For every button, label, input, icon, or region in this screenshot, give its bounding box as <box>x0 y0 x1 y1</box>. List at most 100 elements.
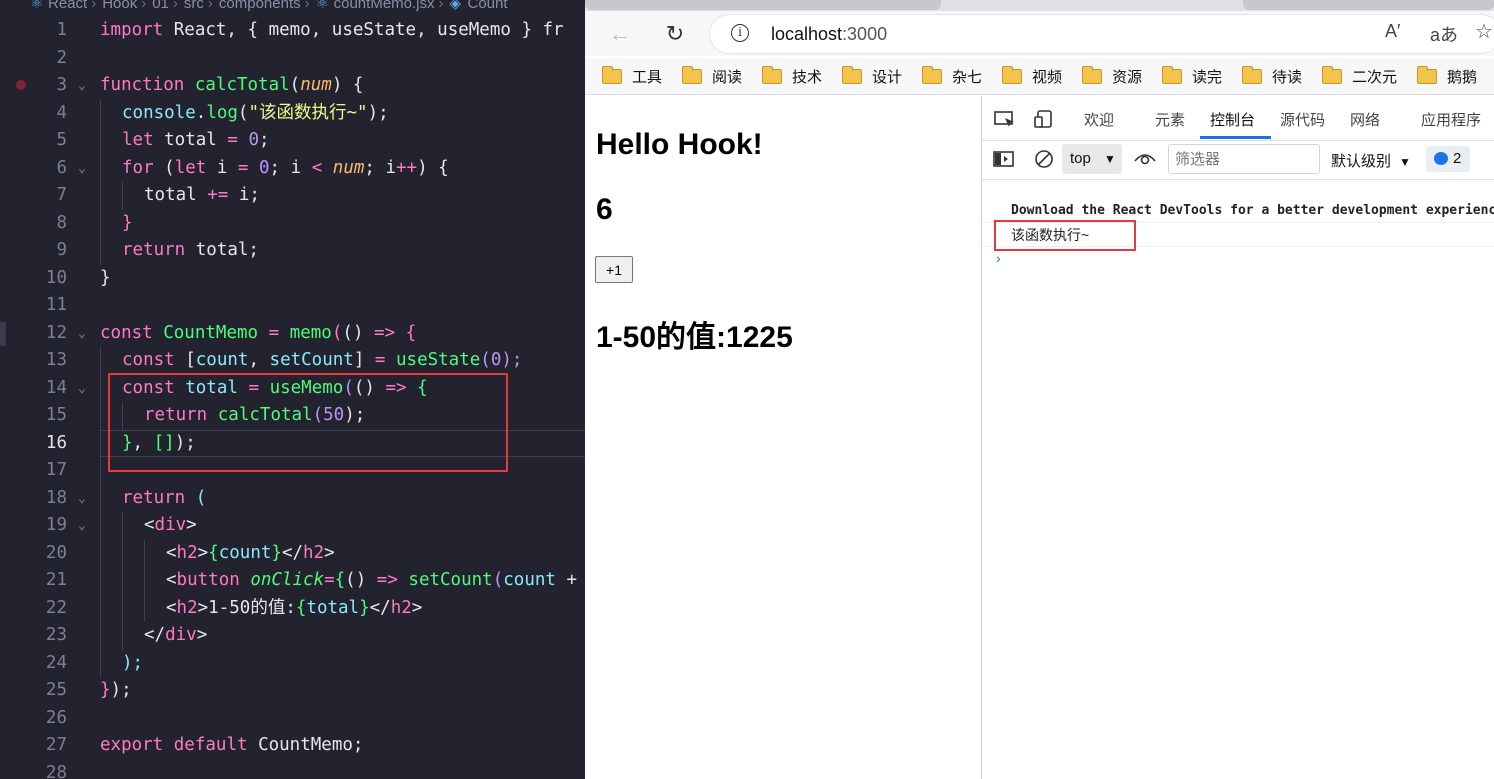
code-token: CountMemo <box>163 322 259 343</box>
sidebar-toggle-icon[interactable] <box>993 150 1015 168</box>
clear-console-icon[interactable] <box>1034 149 1054 169</box>
tab-elements[interactable]: 元素 <box>1155 109 1185 130</box>
inspect-element-icon[interactable] <box>994 110 1016 128</box>
url-text[interactable]: localhost:3000 <box>771 24 887 45</box>
tab-console[interactable]: 控制台 <box>1210 109 1255 130</box>
breadcrumb-symbol[interactable]: Count <box>468 0 508 12</box>
code-line[interactable]: 12 ⌄ const CountMemo = memo(() => { <box>0 320 585 348</box>
code-line[interactable]: 5 let total = 0; <box>0 127 585 155</box>
code-line[interactable]: 28 <box>0 760 585 779</box>
code-line[interactable]: 1 import React, { memo, useState, useMemo… <box>0 17 585 45</box>
code-line[interactable]: 6 ⌄ for (let i = 0; i < num; i++) { <box>0 155 585 183</box>
bookmark-folder[interactable]: 鹅鹅 <box>1417 65 1477 87</box>
code-line[interactable]: 18 ⌄ return ( <box>0 485 585 513</box>
code-line[interactable]: 27 export default CountMemo; <box>0 732 585 760</box>
increment-button[interactable]: +1 <box>595 256 633 283</box>
bookmark-folder[interactable]: 待读 <box>1242 65 1302 87</box>
code-line[interactable]: 13 const [count, setCount] = useState(0); <box>0 347 585 375</box>
filter-input[interactable] <box>1168 144 1320 174</box>
console-prompt[interactable]: › <box>996 250 1001 266</box>
context-select[interactable]: top ▼ <box>1062 144 1122 174</box>
code-line[interactable]: 23 </div> <box>0 622 585 650</box>
code-line[interactable]: 11 <box>0 292 585 320</box>
bookmark-folder[interactable]: 杂七 <box>922 65 982 87</box>
browser-tab[interactable] <box>585 0 941 10</box>
bookmark-folder[interactable]: 读完 <box>1162 65 1222 87</box>
tab-sources[interactable]: 源代码 <box>1280 109 1325 130</box>
back-arrow-icon[interactable]: ← <box>605 19 635 49</box>
fold-chevron-icon[interactable]: ⌄ <box>78 375 86 403</box>
refresh-icon[interactable]: ↻ <box>660 19 690 49</box>
line-number: 11 <box>45 295 67 315</box>
code-token: { <box>208 542 219 563</box>
folder-icon <box>1242 65 1262 84</box>
breadcrumb-item[interactable]: Hook <box>102 0 137 12</box>
bookmark-folder[interactable]: 技术 <box>762 65 822 87</box>
code-editor[interactable]: ⚛ React › Hook › 01 › src › components › ⚛ countMemo… <box>0 0 585 779</box>
line-number: 8 <box>56 212 67 233</box>
console-output[interactable]: Download the React DevTools for a better… <box>982 180 1494 779</box>
browser-tab[interactable] <box>1243 0 1494 10</box>
breadcrumb-item[interactable]: components <box>219 0 301 12</box>
code-line[interactable]: 21 <button onClick={() => setCount(count … <box>0 567 585 595</box>
bookmark-folder[interactable]: 视频 <box>1002 65 1062 87</box>
breadcrumb-item[interactable]: 01 <box>152 0 169 12</box>
device-emulation-icon[interactable] <box>1034 110 1056 128</box>
code-token: button <box>176 570 240 590</box>
code-line[interactable]: 7 total += i; <box>0 182 585 210</box>
fold-chevron-icon[interactable]: ⌄ <box>78 155 86 183</box>
site-info-icon[interactable]: i <box>731 24 749 42</box>
line-number: 22 <box>45 597 67 618</box>
code-token: = <box>237 157 249 178</box>
code-line[interactable]: 22 <h2>1-50的值:{total}</h2> <box>0 595 585 623</box>
tab-network[interactable]: 网络 <box>1350 109 1380 130</box>
live-expression-eye-icon[interactable] <box>1134 151 1156 167</box>
code-line[interactable]: 4 console.log("该函数执行~"); <box>0 100 585 128</box>
tab-welcome[interactable]: 欢迎 <box>1084 109 1114 130</box>
bookmark-folder[interactable]: 资源 <box>1082 65 1142 87</box>
code-token: useState <box>396 350 481 370</box>
code-token: calcTotal <box>194 75 290 95</box>
breadcrumb-item[interactable]: src <box>184 0 204 12</box>
favorite-star-icon[interactable]: ☆ <box>1475 19 1493 44</box>
line-number: 18 <box>45 487 67 508</box>
fold-chevron-icon[interactable]: ⌄ <box>78 72 86 100</box>
code-line[interactable]: 8} <box>0 210 585 238</box>
code-line[interactable]: 10} <box>0 265 585 293</box>
code-token: i; <box>228 185 260 205</box>
code-line[interactable]: 24); <box>0 650 585 678</box>
translate-icon[interactable]: aあ <box>1430 21 1458 47</box>
bookmark-folder[interactable]: 二次元 <box>1322 65 1397 87</box>
code-line[interactable]: 25}); <box>0 677 585 705</box>
read-aloud-icon[interactable]: A′ <box>1385 21 1400 42</box>
code-token: ( <box>153 157 175 178</box>
code-token: export <box>100 735 164 755</box>
line-number: 27 <box>45 735 67 755</box>
tab-application[interactable]: 应用程序 <box>1421 109 1481 130</box>
bookmark-folder[interactable]: 阅读 <box>682 65 742 87</box>
fold-chevron-icon[interactable]: ⌄ <box>78 320 86 348</box>
code-line[interactable]: 19 ⌄ <div> <box>0 512 585 540</box>
code-line[interactable]: 26 <box>0 705 585 733</box>
breadcrumb-item[interactable]: React <box>48 0 87 12</box>
fold-chevron-icon[interactable]: ⌄ <box>78 512 86 540</box>
issues-badge[interactable]: 2 <box>1426 146 1470 172</box>
breadcrumb-file[interactable]: countMemo.jsx <box>334 0 435 12</box>
address-bar[interactable]: i localhost:3000 <box>710 15 1494 53</box>
fold-chevron-icon[interactable]: ⌄ <box>78 485 86 513</box>
code-token: } <box>100 267 111 288</box>
bookmark-folder[interactable]: 工具 <box>602 65 662 87</box>
code-line[interactable]: 20 <h2>{count}</h2> <box>0 540 585 568</box>
code-line[interactable]: 3 ⌄ function calcTotal(num) { <box>0 72 585 100</box>
react-file-icon: ⚛ <box>315 0 330 12</box>
log-level-select[interactable]: 默认级别 ▼ <box>1331 150 1411 171</box>
bookmark-folder[interactable]: 设计 <box>842 65 902 87</box>
code-line[interactable]: 2 <box>0 45 585 73</box>
code-text: return ( <box>122 485 206 513</box>
code-line[interactable]: 9 return total; <box>0 237 585 265</box>
code-token: 0 <box>259 157 270 178</box>
folder-icon <box>922 65 942 84</box>
